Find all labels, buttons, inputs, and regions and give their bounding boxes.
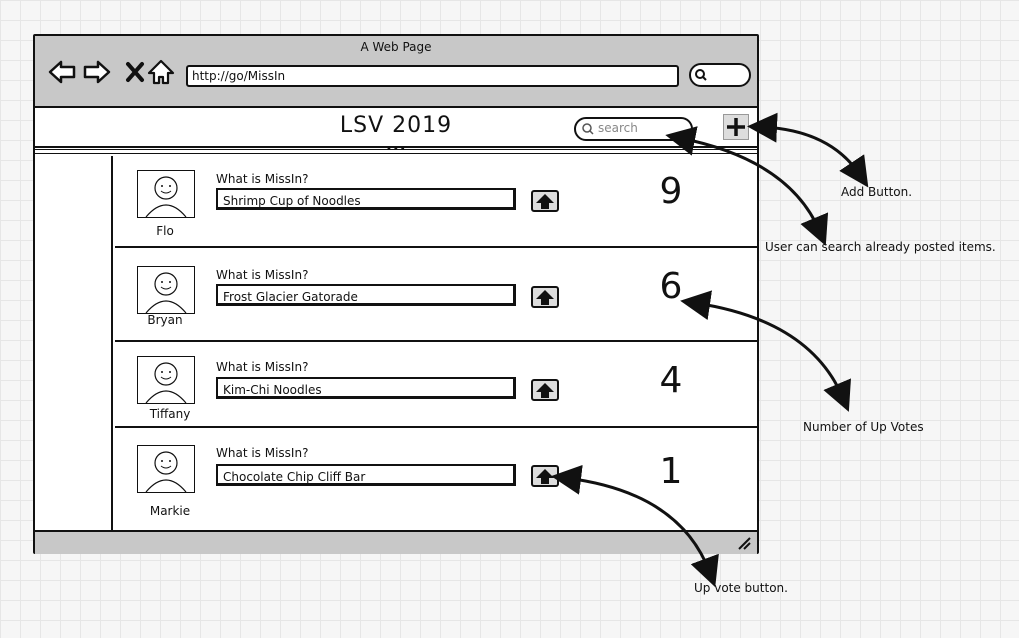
note-search: User can search already posted items. bbox=[765, 240, 996, 254]
arrow-add-button bbox=[747, 112, 869, 188]
annotation-arrows bbox=[551, 112, 869, 588]
arrow-upvote bbox=[551, 464, 719, 588]
arrow-search bbox=[665, 126, 829, 246]
note-add-button: Add Button. bbox=[841, 185, 913, 199]
arrow-votes bbox=[680, 290, 851, 412]
note-upvote: Up vote button. bbox=[694, 581, 788, 595]
note-votes: Number of Up Votes bbox=[803, 420, 924, 434]
